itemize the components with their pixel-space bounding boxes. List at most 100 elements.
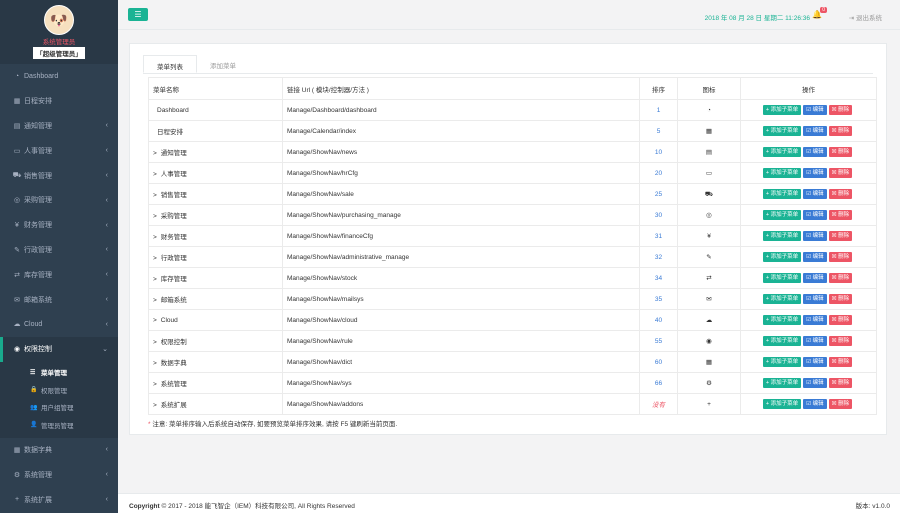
sort-input[interactable]: 40 [639,309,678,331]
expand-arrow[interactable]: > [153,317,157,324]
add-submenu-button[interactable]: + 添加子菜单 [762,294,802,304]
expand-arrow[interactable]: > [153,234,157,241]
delete-button[interactable]: ☒ 删除 [828,105,853,115]
sidebar-item-icon: ☁ [13,321,21,329]
delete-button[interactable]: ☒ 删除 [828,357,853,367]
edit-button[interactable]: ☑ 编辑 [803,336,827,346]
expand-arrow[interactable]: > [153,297,157,304]
edit-button[interactable]: ☑ 编辑 [803,357,827,367]
edit-button[interactable]: ☑ 编辑 [803,273,827,283]
avatar[interactable]: 🐶 [44,5,74,35]
sort-input[interactable]: 20 [639,162,678,184]
menu-toggle-button[interactable]: ☰ [128,8,148,21]
submenu-item[interactable]: 🔒 权限管理 [0,381,118,399]
add-submenu-button[interactable]: + 添加子菜单 [762,231,802,241]
edit-button[interactable]: ☑ 编辑 [803,399,827,409]
submenu-item[interactable]: 👤 管理员管理 [0,416,118,434]
sidebar-item[interactable]: ⛟ 销售管理 ‹ [0,163,118,188]
sort-input[interactable]: 34 [639,267,678,289]
sort-input[interactable]: 30 [639,204,678,226]
sort-input[interactable]: 35 [639,288,678,310]
sidebar-item[interactable]: ▦ 日程安排 [0,89,118,114]
sidebar-item[interactable]: + 系统扩展 ‹ [0,487,118,512]
sidebar-item[interactable]: ✉ 邮箱系统 ‹ [0,287,118,312]
add-submenu-button[interactable]: + 添加子菜单 [762,252,802,262]
delete-button[interactable]: ☒ 删除 [828,168,853,178]
sort-input[interactable]: 1 [639,99,678,121]
delete-button[interactable]: ☒ 删除 [828,336,853,346]
add-submenu-button[interactable]: + 添加子菜单 [762,126,802,136]
sort-input[interactable]: 55 [639,330,678,352]
edit-button[interactable]: ☑ 编辑 [803,105,827,115]
expand-arrow[interactable]: > [153,381,157,388]
delete-button[interactable]: ☒ 删除 [828,273,853,283]
submenu-item[interactable]: ☰ 菜单管理 [0,364,118,382]
add-submenu-button[interactable]: + 添加子菜单 [762,189,802,199]
sidebar-item[interactable]: ⚙ 系统管理 ‹ [0,462,118,487]
sort-input[interactable]: 10 [639,141,678,163]
add-submenu-button[interactable]: + 添加子菜单 [762,357,802,367]
sidebar-item[interactable]: ¥ 财务管理 ‹ [0,213,118,238]
sort-input[interactable]: 60 [639,351,678,373]
add-submenu-button[interactable]: + 添加子菜单 [762,168,802,178]
sidebar-item[interactable]: ◔ Dashboard [0,64,118,89]
sort-input[interactable]: 32 [639,246,678,268]
expand-arrow[interactable]: > [153,255,157,262]
add-submenu-button[interactable]: + 添加子菜单 [762,378,802,388]
expand-arrow[interactable]: > [153,150,157,157]
add-submenu-button[interactable]: + 添加子菜单 [762,210,802,220]
edit-button[interactable]: ☑ 编辑 [803,252,827,262]
edit-button[interactable]: ☑ 编辑 [803,126,827,136]
expand-arrow[interactable]: > [153,192,157,199]
tab-menu-list[interactable]: 菜单列表 [143,55,197,73]
add-submenu-button[interactable]: + 添加子菜单 [762,273,802,283]
sidebar-item[interactable]: ☁ Cloud ‹ [0,312,118,337]
delete-button[interactable]: ☒ 删除 [828,231,853,241]
expand-arrow[interactable]: > [153,402,157,409]
edit-button[interactable]: ☑ 编辑 [803,231,827,241]
sort-input[interactable]: 没有 [639,393,678,415]
sort-input[interactable]: 5 [639,120,678,142]
tab-add-menu[interactable]: 添加菜单 [197,55,249,73]
sidebar-item[interactable]: ◎ 采购管理 ‹ [0,188,118,213]
add-submenu-button[interactable]: + 添加子菜单 [762,315,802,325]
delete-button[interactable]: ☒ 删除 [828,315,853,325]
expand-arrow[interactable]: > [153,360,157,367]
sidebar-item[interactable]: ▦ 数据字典 ‹ [0,438,118,463]
edit-button[interactable]: ☑ 编辑 [803,294,827,304]
expand-arrow[interactable]: > [153,213,157,220]
logout-link[interactable]: ⇥ 退出系统 [849,12,882,22]
add-submenu-button[interactable]: + 添加子菜单 [762,399,802,409]
delete-button[interactable]: ☒ 删除 [828,294,853,304]
sidebar-item[interactable]: ⇄ 库存管理 ‹ [0,262,118,287]
delete-button[interactable]: ☒ 删除 [828,189,853,199]
edit-button[interactable]: ☑ 编辑 [803,189,827,199]
sidebar-item[interactable]: ▤ 通知管理 ‹ [0,114,118,139]
edit-button[interactable]: ☑ 编辑 [803,315,827,325]
sidebar-item[interactable]: ▭ 人事管理 ‹ [0,138,118,163]
expand-arrow[interactable]: > [153,171,157,178]
add-submenu-button[interactable]: + 添加子菜单 [762,105,802,115]
sidebar-item-icon: + [14,496,20,504]
edit-button[interactable]: ☑ 编辑 [803,210,827,220]
add-submenu-button[interactable]: + 添加子菜单 [762,147,802,157]
delete-button[interactable]: ☒ 删除 [828,252,853,262]
delete-button[interactable]: ☒ 删除 [828,210,853,220]
expand-arrow[interactable]: > [153,276,157,283]
submenu-item[interactable]: 👥 用户组管理 [0,399,118,417]
delete-button[interactable]: ☒ 删除 [828,399,853,409]
sidebar-item[interactable]: ◉ 权限控制 ⌄ [0,336,118,362]
delete-button[interactable]: ☒ 删除 [828,126,853,136]
sort-input[interactable]: 66 [639,372,678,394]
sort-input[interactable]: 31 [639,225,678,247]
delete-button[interactable]: ☒ 删除 [828,378,853,388]
add-submenu-button[interactable]: + 添加子菜单 [762,336,802,346]
sort-input[interactable]: 25 [639,183,678,205]
sidebar-item[interactable]: ✎ 行政管理 ‹ [0,238,118,263]
actions-cell: + 添加子菜单 ☑ 编辑 ☒ 删除 [740,309,877,331]
delete-button[interactable]: ☒ 删除 [828,147,853,157]
edit-button[interactable]: ☑ 编辑 [803,378,827,388]
expand-arrow[interactable]: > [153,339,157,346]
edit-button[interactable]: ☑ 编辑 [803,168,827,178]
edit-button[interactable]: ☑ 编辑 [803,147,827,157]
